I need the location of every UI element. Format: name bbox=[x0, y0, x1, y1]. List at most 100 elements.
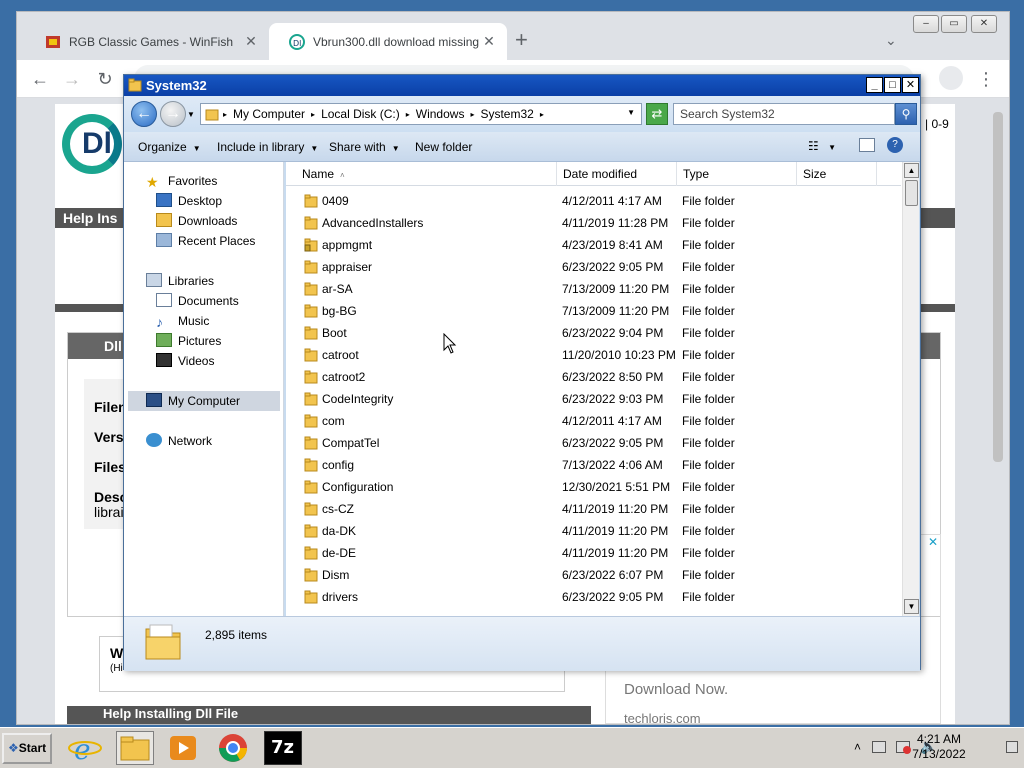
show-desktop-icon[interactable] bbox=[1006, 741, 1018, 753]
forward-icon[interactable]: → bbox=[61, 68, 83, 90]
breadcrumb-my-computer[interactable]: My Computer bbox=[233, 107, 305, 121]
file-row[interactable]: CodeIntegrity 6/23/2022 9:03 PM File folde… bbox=[286, 388, 901, 410]
clock[interactable]: 4:21 AM 7/13/2022 bbox=[894, 732, 984, 762]
nav-downloads[interactable]: Downloads bbox=[156, 211, 237, 231]
breadcrumb-windows[interactable]: Windows bbox=[416, 107, 465, 121]
reload-icon[interactable]: ↻ bbox=[94, 68, 116, 90]
file-row[interactable]: catroot2 6/23/2022 8:50 PM File folder bbox=[286, 366, 901, 388]
help-icon[interactable]: ? bbox=[887, 137, 903, 153]
action-center-icon[interactable] bbox=[872, 741, 886, 753]
file-row[interactable]: Configuration 12/30/2021 5:51 PM File fold… bbox=[286, 476, 901, 498]
scroll-up-icon[interactable]: ▲ bbox=[904, 163, 919, 178]
ie-icon[interactable]: e bbox=[66, 731, 104, 766]
preview-pane-icon[interactable] bbox=[859, 138, 875, 152]
column-type[interactable]: Type bbox=[677, 162, 797, 186]
nav-my-computer[interactable]: My Computer bbox=[146, 391, 240, 411]
ad-close-icon[interactable]: ✕ bbox=[928, 535, 938, 549]
address-dropdown-icon[interactable]: ▼ bbox=[627, 108, 635, 117]
explorer-titlebar[interactable]: System32 _ □ ✕ bbox=[124, 75, 920, 96]
browser-tabstrip: RGB Classic Games - WinFish ✕ Dl Vbrun30… bbox=[17, 12, 1009, 60]
nav-recent-places[interactable]: Recent Places bbox=[156, 231, 255, 251]
media-player-icon[interactable] bbox=[164, 731, 202, 765]
start-button[interactable]: ❖Start bbox=[2, 733, 52, 764]
tab-winfish[interactable]: RGB Classic Games - WinFish ✕ bbox=[25, 23, 269, 60]
search-icon[interactable]: ⚲ bbox=[895, 103, 917, 125]
browser-close-button[interactable]: ✕ bbox=[971, 15, 997, 33]
file-date: 4/11/2019 11:20 PM bbox=[562, 546, 669, 560]
description-text: librai bbox=[94, 504, 124, 520]
file-row[interactable]: 0409 4/12/2011 4:17 AM File folder bbox=[286, 190, 901, 212]
profile-icon[interactable] bbox=[939, 66, 963, 90]
file-row[interactable]: appraiser 6/23/2022 9:05 PM File folder bbox=[286, 256, 901, 278]
refresh-icon[interactable]: ⇄ bbox=[646, 103, 668, 125]
organize-menu[interactable]: Organize ▼ bbox=[138, 140, 201, 154]
file-row[interactable]: cs-CZ 4/11/2019 11:20 PM File folder bbox=[286, 498, 901, 520]
nav-pictures[interactable]: Pictures bbox=[156, 331, 221, 351]
breadcrumb-local-disk[interactable]: Local Disk (C:) bbox=[321, 107, 400, 121]
file-name: cs-CZ bbox=[322, 502, 354, 516]
file-row[interactable]: ar-SA 7/13/2009 11:20 PM File folder bbox=[286, 278, 901, 300]
tab-vbrun300[interactable]: Dl Vbrun300.dll download missing file ✕ bbox=[269, 23, 507, 60]
file-row[interactable]: appmgmt 4/23/2019 8:41 AM File folder bbox=[286, 234, 901, 256]
column-date-modified[interactable]: Date modified bbox=[557, 162, 677, 186]
new-folder-button[interactable]: New folder bbox=[415, 140, 472, 154]
nav-favorites[interactable]: ★ Favorites bbox=[146, 171, 217, 191]
tab-close-icon[interactable]: ✕ bbox=[481, 33, 497, 50]
file-row[interactable]: da-DK 4/11/2019 11:20 PM File folder bbox=[286, 520, 901, 542]
file-row[interactable]: drivers 6/23/2022 9:05 PM File folder bbox=[286, 586, 901, 608]
share-with-menu[interactable]: Share with ▼ bbox=[329, 140, 400, 154]
page-scrollbar[interactable] bbox=[993, 112, 1003, 462]
nav-videos[interactable]: Videos bbox=[156, 351, 214, 371]
tab-close-icon[interactable]: ✕ bbox=[243, 33, 259, 50]
file-row[interactable]: CompatTel 6/23/2022 9:05 PM File folder bbox=[286, 432, 901, 454]
nav-music[interactable]: ♪ Music bbox=[156, 311, 209, 331]
nav-documents[interactable]: Documents bbox=[156, 291, 239, 311]
nav-network[interactable]: Network bbox=[146, 431, 212, 451]
alpha-nav[interactable]: | 0-9 bbox=[925, 117, 949, 131]
file-row[interactable]: de-DE 4/11/2019 11:20 PM File folder bbox=[286, 542, 901, 564]
back-icon[interactable]: ← bbox=[29, 68, 51, 90]
dll-favicon-icon: Dl bbox=[289, 33, 305, 50]
column-name[interactable]: Name ˄ bbox=[286, 162, 557, 186]
ad-headline[interactable]: Download Now. bbox=[624, 681, 728, 698]
ad-url[interactable]: techloris.com bbox=[624, 711, 701, 726]
column-size[interactable]: Size bbox=[797, 162, 877, 186]
file-date: 4/11/2019 11:20 PM bbox=[562, 502, 669, 516]
tab-search-icon[interactable]: ⌄ bbox=[885, 32, 897, 49]
minimize-button[interactable]: _ bbox=[866, 77, 883, 93]
file-row[interactable]: bg-BG 7/13/2009 11:20 PM File folder bbox=[286, 300, 901, 322]
browser-maximize-button[interactable]: ▭ bbox=[941, 15, 967, 33]
show-hidden-icons-icon[interactable]: ˄ bbox=[854, 740, 861, 754]
close-button[interactable]: ✕ bbox=[902, 77, 919, 93]
maximize-button[interactable]: □ bbox=[884, 77, 901, 93]
recent-pages-dropdown-icon[interactable]: ▼ bbox=[187, 110, 195, 119]
file-row[interactable]: com 4/12/2011 4:17 AM File folder bbox=[286, 410, 901, 432]
file-type: File folder bbox=[682, 304, 735, 318]
forward-button[interactable]: → bbox=[160, 101, 186, 127]
scroll-thumb[interactable] bbox=[905, 180, 918, 206]
file-name: appmgmt bbox=[322, 238, 373, 252]
scroll-down-icon[interactable]: ▼ bbox=[904, 599, 919, 614]
file-date: 6/23/2022 6:07 PM bbox=[562, 568, 664, 582]
nav-libraries[interactable]: Libraries bbox=[146, 271, 214, 291]
back-button[interactable]: ← bbox=[131, 101, 157, 127]
file-list-scrollbar[interactable]: ▲ ▼ bbox=[902, 162, 919, 616]
file-row[interactable]: catroot 11/20/2010 10:23 PM File folder bbox=[286, 344, 901, 366]
include-in-library-menu[interactable]: Include in library ▼ bbox=[217, 140, 318, 154]
file-row[interactable]: config 7/13/2022 4:06 AM File folder bbox=[286, 454, 901, 476]
menu-icon[interactable]: ⋮ bbox=[975, 68, 997, 90]
7zip-icon[interactable]: 7z bbox=[264, 731, 302, 765]
address-breadcrumb[interactable]: ▸ My Computer ▸ Local Disk (C:) ▸ Window… bbox=[200, 103, 642, 125]
view-options-icon[interactable]: ☷ ▼ bbox=[808, 139, 836, 153]
file-row[interactable]: Dism 6/23/2022 6:07 PM File folder bbox=[286, 564, 901, 586]
site-logo[interactable]: Dl bbox=[62, 114, 122, 174]
nav-desktop[interactable]: Desktop bbox=[156, 191, 222, 211]
chrome-icon[interactable] bbox=[214, 731, 252, 765]
browser-minimize-button[interactable]: – bbox=[913, 15, 939, 33]
file-row[interactable]: AdvancedInstallers 4/11/2019 11:28 PM File… bbox=[286, 212, 901, 234]
search-input[interactable]: Search System32 bbox=[673, 103, 895, 125]
new-tab-button[interactable]: + bbox=[515, 29, 528, 51]
file-row[interactable]: Boot 6/23/2022 9:04 PM File folder bbox=[286, 322, 901, 344]
breadcrumb-system32[interactable]: System32 bbox=[480, 107, 533, 121]
explorer-icon[interactable] bbox=[116, 731, 154, 765]
